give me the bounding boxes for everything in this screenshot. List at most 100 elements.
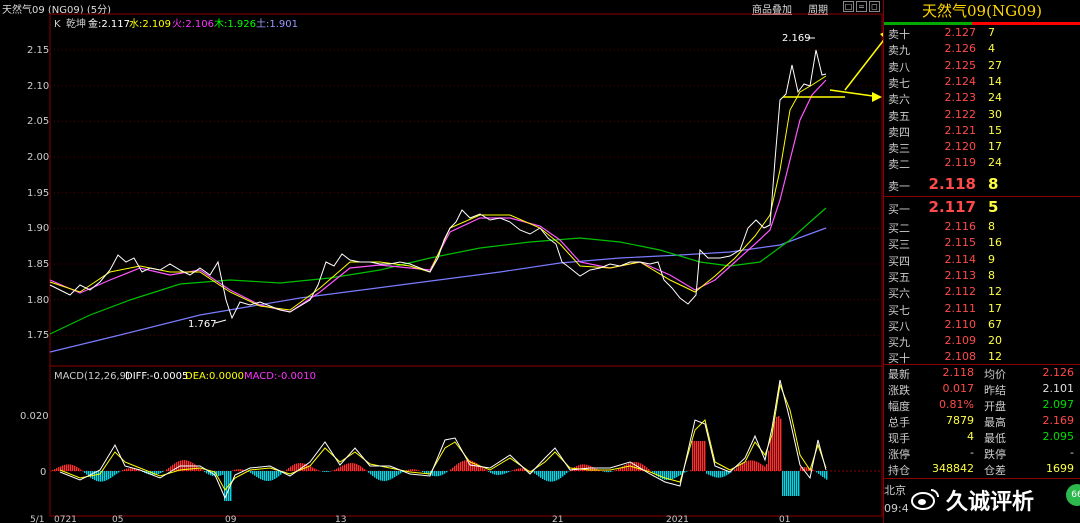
- macd-bar: [488, 471, 490, 472]
- macd-bar: [624, 465, 626, 471]
- ask-row[interactable]: 卖七 2.124 14: [884, 75, 1080, 91]
- macd-bar: [260, 471, 262, 480]
- macd-bar: [648, 468, 650, 471]
- macd-bar: [562, 471, 564, 477]
- ask-price: 2.127: [944, 26, 977, 39]
- macd-bar: [238, 469, 240, 471]
- macd-bar: [314, 468, 316, 471]
- badge: 66: [1066, 484, 1080, 506]
- macd-bar: [240, 469, 242, 471]
- price-tick: 1.75: [27, 330, 49, 341]
- watermark-text: 久诚评析: [946, 490, 1035, 515]
- macd-bar: [296, 463, 298, 471]
- stat-value: 7879: [946, 414, 974, 427]
- macd-bar: [820, 471, 822, 476]
- macd-bar: [746, 461, 748, 471]
- macd-bar: [704, 441, 706, 471]
- macd-bar: [738, 466, 740, 471]
- ask-volume: 14: [988, 74, 1002, 88]
- macd-bar: [616, 469, 618, 471]
- stat-label: 涨停: [888, 448, 910, 461]
- macd-bar: [610, 471, 612, 472]
- macd-bar: [702, 441, 704, 471]
- price-tick: 2.05: [27, 116, 49, 127]
- x-label: 2021: [666, 515, 689, 523]
- panel-bar-green: [884, 22, 972, 25]
- macd-bar: [460, 461, 462, 471]
- macd-bar: [736, 467, 738, 471]
- bid-row[interactable]: 买六 2.112 12: [884, 285, 1080, 301]
- macd-bar: [718, 471, 720, 478]
- contract-title: 天然气09(NG09): [922, 2, 1042, 20]
- macd-bar: [752, 460, 754, 471]
- macd-bar: [334, 469, 336, 471]
- macd-bar: [370, 471, 372, 475]
- ask-row[interactable]: 卖五 2.122 30: [884, 108, 1080, 124]
- ask-row[interactable]: 卖六 2.123 24: [884, 91, 1080, 107]
- bid-volume: 8: [988, 220, 995, 233]
- macd-bar: [742, 463, 744, 471]
- macd-bar: [516, 468, 518, 471]
- bid-row[interactable]: 买五 2.113 8: [884, 269, 1080, 285]
- ask-row[interactable]: 卖九 2.126 4: [884, 42, 1080, 58]
- macd-bar: [770, 438, 772, 471]
- macd-bar: [236, 469, 238, 471]
- macd-bar: [324, 471, 326, 472]
- stat-value: 2.095: [1042, 430, 1075, 443]
- chart-area[interactable]: K 乾坤 金:2.117 水:2.109 火:2.106 木:1.926 土:1…: [0, 0, 883, 523]
- ask-row[interactable]: 卖三 2.120 17: [884, 140, 1080, 156]
- bid-price: 2.117: [928, 198, 976, 216]
- stat-value: 1699: [1046, 462, 1074, 475]
- ask-row[interactable]: 卖一 2.118 8: [884, 175, 1080, 195]
- ask-row[interactable]: 卖十 2.127 7: [884, 26, 1080, 42]
- footer-info: 北京 09:4: [884, 482, 909, 515]
- macd-bar: [54, 469, 56, 471]
- ask-row[interactable]: 卖四 2.121 15: [884, 124, 1080, 140]
- macd-bar: [390, 471, 392, 480]
- ma-fire-line: [49, 79, 827, 313]
- bid-price: 2.115: [944, 236, 977, 250]
- price-tick: 2.10: [27, 81, 49, 92]
- bid-volume: 20: [988, 334, 1002, 348]
- arrow-to-sell10: [844, 39, 883, 91]
- macd-bar: [504, 471, 506, 474]
- stat-label: 昨结: [984, 384, 1006, 397]
- bid-row[interactable]: 买九 2.109 20: [884, 334, 1080, 350]
- macd-bar: [116, 471, 118, 474]
- macd-bar: [678, 471, 680, 477]
- macd-bar: [652, 471, 654, 473]
- macd-bar: [272, 471, 274, 480]
- footer-time: 09:4: [884, 502, 909, 515]
- macd-bar: [78, 468, 80, 471]
- bid-row[interactable]: 买三 2.115 16: [884, 236, 1080, 252]
- bid-row[interactable]: 买一 2.117 5: [884, 198, 1080, 218]
- bid-row[interactable]: 买八 2.110 67: [884, 318, 1080, 334]
- macd-bar: [52, 470, 54, 471]
- trading-terminal: 天然气09 (NG09) (5分) 商品叠加 周期 □ = ◻ K 乾坤 金:2…: [0, 0, 1080, 523]
- macd-bar: [758, 462, 760, 471]
- macd-bar: [672, 471, 674, 480]
- ask-row[interactable]: 卖二 2.119 24: [884, 156, 1080, 172]
- macd-bar: [400, 471, 402, 474]
- ask-row[interactable]: 卖八 2.125 27: [884, 59, 1080, 75]
- macd-bar: [548, 471, 550, 482]
- macd-bar: [800, 467, 802, 471]
- bid-row[interactable]: 买七 2.111 17: [884, 302, 1080, 318]
- macd-bar: [536, 471, 538, 476]
- bid-row[interactable]: 买二 2.116 8: [884, 220, 1080, 236]
- macd-bar: [762, 465, 764, 471]
- macd-bar: [360, 466, 362, 471]
- macd-bar: [344, 464, 346, 471]
- macd-bar: [86, 471, 88, 475]
- macd-bar: [358, 465, 360, 471]
- bid-level-label: 买九: [888, 336, 910, 350]
- macd-bar: [76, 466, 78, 471]
- bid-row[interactable]: 买四 2.114 9: [884, 253, 1080, 269]
- bid-volume: 12: [988, 285, 1002, 299]
- ask-price: 2.125: [944, 58, 977, 72]
- macd-bar: [346, 463, 348, 471]
- macd-bar: [138, 470, 140, 471]
- macd-histogram: [52, 416, 828, 501]
- macd-bar: [454, 466, 456, 471]
- macd-bar: [412, 469, 414, 471]
